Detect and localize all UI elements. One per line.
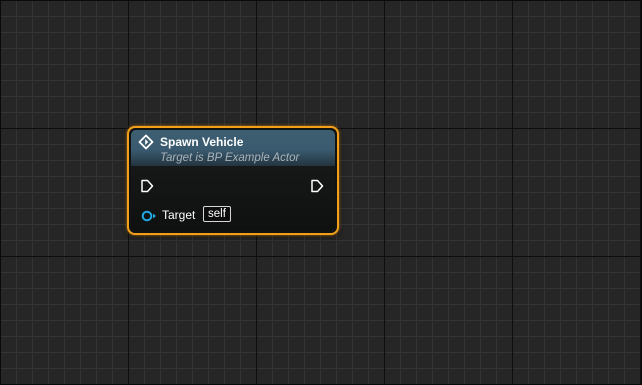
object-reference-pin-icon[interactable]: [141, 209, 157, 223]
exec-input-pin-icon[interactable]: [140, 179, 154, 193]
target-pin-label: Target: [162, 208, 196, 222]
node-title: Spawn Vehicle: [160, 135, 244, 149]
node-body[interactable]: Spawn Vehicle Target is BP Example Actor…: [131, 130, 335, 231]
target-default-value[interactable]: self: [203, 206, 231, 222]
spawn-vehicle-node[interactable]: Spawn Vehicle Target is BP Example Actor…: [127, 126, 339, 235]
blueprint-graph-canvas[interactable]: Spawn Vehicle Target is BP Example Actor…: [0, 0, 642, 385]
function-icon: [138, 134, 154, 150]
node-subtitle: Target is BP Example Actor: [160, 152, 300, 164]
node-header[interactable]: Spawn Vehicle Target is BP Example Actor: [131, 130, 335, 166]
exec-output-pin-icon[interactable]: [310, 179, 324, 193]
